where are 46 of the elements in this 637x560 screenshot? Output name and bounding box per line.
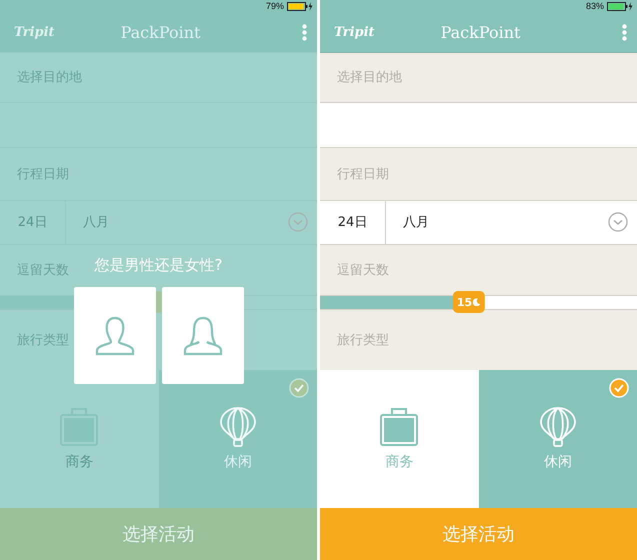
dropdown-chevron-icon[interactable] [608, 212, 628, 232]
battery-percent: 79% [266, 1, 284, 12]
month-value[interactable]: 八月 [386, 213, 608, 232]
male-avatar-icon [94, 316, 134, 356]
moon-icon [473, 298, 482, 306]
choose-activity-button[interactable]: 选择活动 [320, 508, 637, 560]
suitcase-icon [59, 407, 100, 448]
date-picker[interactable]: 24日 八月 [320, 200, 637, 245]
gender-option[interactable] [74, 287, 156, 384]
hot-air-balloon-icon [540, 407, 576, 448]
app-logo: Tripit [334, 24, 376, 40]
section-label: 逗留天数 [17, 262, 69, 280]
dropdown-chevron-icon[interactable] [288, 212, 308, 232]
activity-tile[interactable]: 休闲 [478, 370, 637, 508]
battery-icon [287, 2, 313, 11]
day-value[interactable]: 24日 [0, 200, 66, 244]
section-label: 旅行类型 [337, 332, 389, 350]
hot-air-balloon-icon [220, 407, 256, 448]
activity-tile[interactable]: 商务 [320, 370, 478, 508]
choose-activity-button[interactable]: 选择活动 [0, 508, 317, 560]
more-menu-icon[interactable] [302, 24, 307, 41]
gender-option[interactable] [162, 287, 244, 384]
app-title: PackPoint [120, 22, 202, 42]
date-picker[interactable]: 24日 八月 [0, 200, 317, 245]
suitcase-icon [379, 407, 420, 448]
section-label: 旅行类型 [17, 332, 69, 350]
check-icon [289, 378, 309, 398]
month-value[interactable]: 八月 [66, 213, 288, 232]
section-label: 选择目的地 [17, 69, 82, 86]
activity-tile[interactable]: 休闲 [158, 370, 317, 508]
section-label: 逗留天数 [337, 262, 389, 280]
female-avatar-icon [182, 316, 222, 356]
day-value[interactable]: 24日 [320, 200, 386, 244]
check-icon [609, 378, 629, 398]
battery-icon [607, 2, 633, 11]
section-label: 选择目的地 [337, 69, 402, 86]
section-label: 行程日期 [17, 166, 69, 183]
app-logo: Tripit [14, 24, 56, 40]
more-menu-icon[interactable] [622, 24, 627, 41]
destination-field[interactable] [0, 102, 317, 148]
slider-thumb[interactable]: 15 [452, 291, 486, 314]
dialog-question: 您是男性还是女性? [94, 256, 222, 275]
app-title: PackPoint [440, 22, 522, 42]
destination-field[interactable] [320, 102, 637, 148]
section-label: 行程日期 [337, 166, 389, 183]
battery-percent: 83% [586, 1, 604, 12]
